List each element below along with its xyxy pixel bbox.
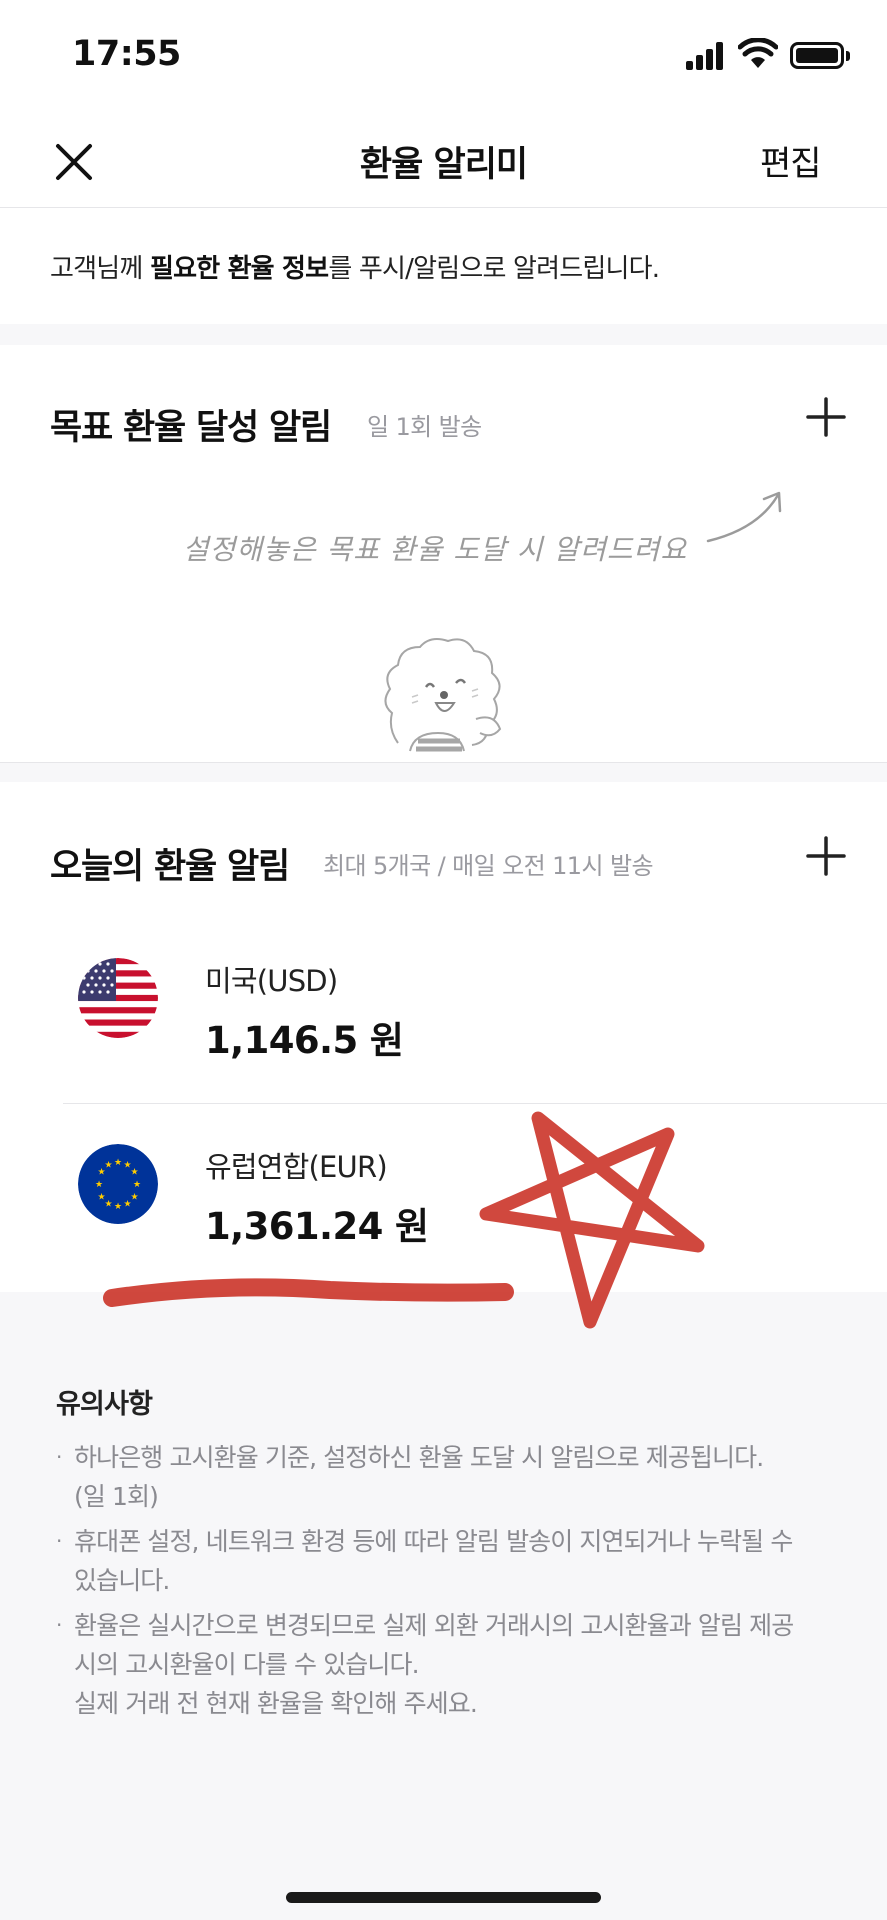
page-title: 환율 알리미 [359, 145, 528, 185]
svg-text:★: ★ [123, 1200, 131, 1210]
target-alert-section: 목표 환율 달성 알림 일 1회 발송 설정해놓은 목표 환율 도달 시 알려드… [0, 345, 887, 763]
intro-bold: 필요한 환율 정보 [149, 254, 329, 284]
intro-text: 고객님께 필요한 환율 정보를 푸시/알림으로 알려드립니다. [50, 248, 660, 285]
currency-rate: 1,361.24 원 [205, 1205, 429, 1248]
target-alert-subtitle: 일 1회 발송 [367, 413, 482, 441]
today-alert-title: 오늘의 환율 알림 [50, 847, 290, 887]
status-bar: 17:55 [0, 0, 887, 112]
svg-text:★: ★ [130, 1168, 138, 1178]
currency-row-eur[interactable]: ★ ★ ★ ★ ★ ★ ★ ★ ★ ★ ★ ★ 유럽연합(EUR) 1,361.24 원 [0, 1104, 887, 1290]
intro-banner: 고객님께 필요한 환율 정보를 푸시/알림으로 알려드립니다. [0, 208, 887, 324]
note-item: · 하나은행 고시환율 기준, 설정하신 환율 도달 시 알림으로 제공됩니다.… [56, 1438, 846, 1516]
notes-section: 유의사항 · 하나은행 고시환율 기준, 설정하신 환율 도달 시 알림으로 제… [0, 1292, 887, 1920]
add-target-alert-button[interactable] [804, 395, 848, 439]
status-time: 17:55 [72, 34, 181, 74]
wifi-icon [738, 38, 778, 68]
mascot-illustration [384, 638, 502, 752]
us-flag-icon [78, 958, 158, 1038]
svg-text:★: ★ [114, 1202, 122, 1212]
svg-text:★: ★ [104, 1200, 112, 1210]
svg-text:★: ★ [133, 1180, 141, 1190]
today-alert-subtitle: 최대 5개국 / 매일 오전 11시 발송 [323, 852, 654, 880]
today-alert-section: 오늘의 환율 알림 최대 5개국 / 매일 오전 11시 발송 미국(USD) … [0, 782, 887, 1292]
target-alert-title: 목표 환율 달성 알림 [50, 408, 332, 448]
note-line: 휴대폰 설정, 네트워크 환경 등에 따라 알림 발송이 지연되거나 누락될 수 [74, 1527, 793, 1556]
arrow-icon [706, 491, 782, 543]
note-line: 하나은행 고시환율 기준, 설정하신 환율 도달 시 알림으로 제공됩니다. [74, 1443, 764, 1472]
svg-text:★: ★ [104, 1161, 112, 1171]
add-today-alert-button[interactable] [804, 834, 848, 878]
note-line: 있습니다. [74, 1566, 170, 1595]
note-line: 실제 거래 전 현재 환율을 확인해 주세요. [74, 1689, 478, 1718]
note-item: · 휴대폰 설정, 네트워크 환경 등에 따라 알림 발송이 지연되거나 누락될… [56, 1522, 846, 1600]
cellular-signal-icon [686, 42, 726, 70]
eu-flag-icon: ★ ★★ ★★★ ★★★ ★★★ [78, 1144, 158, 1224]
note-line: (일 1회) [74, 1482, 159, 1511]
battery-tip [846, 51, 850, 61]
intro-prefix: 고객님께 [50, 254, 150, 284]
svg-text:★: ★ [95, 1180, 103, 1190]
battery-icon [790, 42, 844, 69]
currency-rate: 1,146.5 원 [205, 1019, 404, 1062]
currency-name: 유럽연합(EUR) [205, 1150, 388, 1184]
target-empty-message: 설정해놓은 목표 환율 도달 시 알려드려요 [182, 533, 688, 566]
note-line: 시의 고시환율이 다를 수 있습니다. [74, 1650, 420, 1679]
svg-text:★: ★ [130, 1193, 138, 1203]
note-line: 환율은 실시간으로 변경되므로 실제 외환 거래시의 고시환율과 알림 제공 [74, 1611, 794, 1640]
svg-text:★: ★ [114, 1158, 122, 1168]
notes-title: 유의사항 [56, 1389, 153, 1420]
nav-header: 환율 알리미 편집 [0, 112, 887, 208]
svg-text:★: ★ [97, 1193, 105, 1203]
intro-suffix: 를 푸시/알림으로 알려드립니다. [328, 254, 660, 284]
home-indicator [286, 1892, 601, 1903]
edit-button[interactable]: 편집 [760, 136, 822, 185]
currency-row-usd[interactable]: 미국(USD) 1,146.5 원 [0, 918, 887, 1104]
currency-name: 미국(USD) [205, 964, 338, 998]
note-item: · 환율은 실시간으로 변경되므로 실제 외환 거래시의 고시환율과 알림 제공… [56, 1606, 846, 1723]
